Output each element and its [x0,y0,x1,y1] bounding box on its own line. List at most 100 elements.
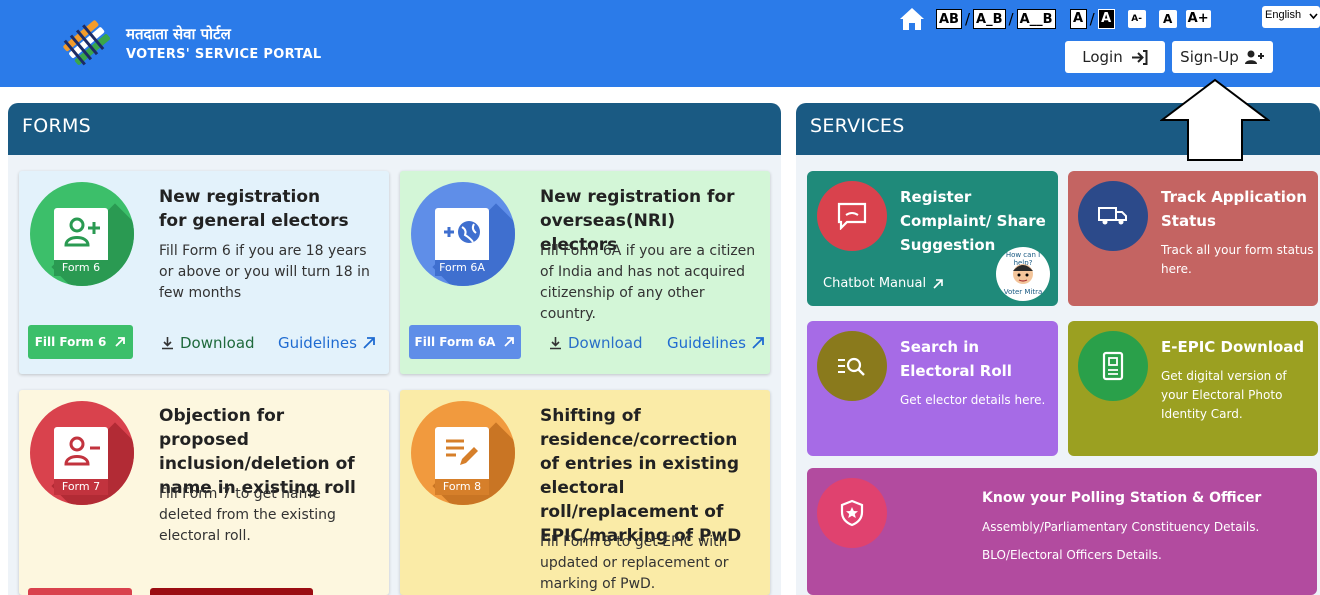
signup-button[interactable]: Sign-Up [1172,41,1273,73]
form8-card: Form 8 Shifting of residence/correction … [400,390,770,595]
voter-mitra-face-icon [1013,264,1033,284]
form6a-card: Form 6A New registration for overseas(NR… [400,171,770,374]
chatbot-manual-link[interactable]: Chatbot Manual [823,276,944,291]
polling-title: Know your Polling Station & Officer [982,490,1262,506]
form7-card: Form 7 Objection for proposed inclusion/… [19,390,389,595]
form6a-description: Fill Form 6A if you are a citizen of Ind… [540,243,756,322]
form6a-download-link[interactable]: Download [549,334,643,352]
fill-form7-button[interactable] [28,588,132,595]
form7-description: Fill Form 7 to get name deleted from the… [159,486,336,544]
form7-secondary-button[interactable] [150,588,313,595]
form6a-badge-label: Form 6A [435,260,489,276]
form8-badge-label: Form 8 [435,479,489,495]
register-complaint-card[interactable]: Register Complaint/ Share Suggestion Cha… [807,171,1058,306]
accessibility-toolbar: AB / A_B / A__B A / A A- A A+ [898,6,1211,32]
separator: / [964,10,971,28]
polling-station-card[interactable]: Know your Polling Station & Officer Asse… [807,468,1317,595]
form6a-badge-circle: Form 6A [411,182,515,286]
separator: / [1008,10,1014,28]
fill-form6-button[interactable]: Fill Form 6 [28,325,133,359]
user-plus-icon [1244,50,1264,64]
search-title: Search in Electoral Roll [900,338,1012,380]
shield-star-icon [840,499,864,527]
font-decrease-button[interactable]: A- [1127,10,1146,28]
light-theme-button[interactable]: A [1069,9,1087,29]
fill-form6a-button[interactable]: Fill Form 6A [409,325,521,359]
epic-circle [1078,331,1148,401]
epic-description: Get digital version of your Electoral Ph… [1161,369,1287,421]
download-label: Download [568,334,643,352]
form8-badge-circle: Form 8 [411,401,515,505]
external-arrow-icon [504,337,515,347]
form6-card: Form 6 New registration for general elec… [19,171,389,374]
polling-circle [817,478,887,548]
external-arrow-icon [752,337,764,349]
search-circle [817,331,887,401]
id-card-icon [1102,351,1124,381]
external-arrow-icon [363,337,375,349]
search-electoral-roll-card[interactable]: Search in Electoral Roll Get elector det… [807,321,1058,456]
login-button[interactable]: Login [1065,41,1165,73]
form8-doc-icon: Form 8 [435,427,489,495]
form6-doc-icon: Form 6 [54,208,108,276]
user-plus-icon [64,217,100,247]
fill-form6a-label: Fill Form 6A [414,335,496,349]
login-label: Login [1082,48,1123,66]
contrast-normal-button[interactable]: AB [936,9,962,29]
download-icon [550,337,561,350]
truck-icon [1098,207,1127,225]
contrast-spacing-2-button[interactable]: A__B [1016,9,1056,29]
track-application-card[interactable]: Track Application Status Track all your … [1068,171,1318,306]
eci-logo-icon[interactable] [58,14,116,72]
form8-description: Fill Form 8 to get EPIC with updated or … [540,534,729,592]
fill-form6-label: Fill Form 6 [34,335,107,349]
track-description: Track all your form status here. [1161,243,1314,276]
globe-plus-icon [444,221,480,243]
form6a-doc-icon: Form 6A [435,208,489,276]
voter-mitra-bottom-text: Voter Mitra [1003,288,1043,296]
chevron-down-icon [1309,13,1318,20]
form8-title: Shifting of residence/correction of entr… [540,406,742,546]
complaint-title: Register Complaint/ Share Suggestion [900,188,1046,254]
language-select[interactable]: English [1262,6,1320,28]
form6-badge-label: Form 6 [54,260,108,276]
download-icon [162,337,173,350]
form6-description: Fill Form 6 if you are 18 years or above… [159,243,370,301]
message-icon [837,202,867,230]
external-arrow-icon [115,337,126,347]
home-icon[interactable] [898,6,926,32]
track-circle [1078,181,1148,251]
form6a-guidelines-link[interactable]: Guidelines [667,334,765,352]
guidelines-label: Guidelines [278,334,357,352]
form7-badge-circle: Form 7 [30,401,134,505]
download-label: Download [180,334,255,352]
polling-line1: Assembly/Parliamentary Constituency Deta… [982,520,1260,534]
top-header: मतदाता सेवा पोर्टल VOTERS' SERVICE PORTA… [0,0,1320,87]
form6-guidelines-link[interactable]: Guidelines [278,334,376,352]
e-epic-download-card[interactable]: E-EPIC Download Get digital version of y… [1068,321,1318,456]
complaint-circle [817,181,887,251]
font-normal-button[interactable]: A [1158,10,1177,28]
form6-download-link[interactable]: Download [161,334,255,352]
search-description: Get elector details here. [900,393,1046,407]
chatbot-manual-label: Chatbot Manual [823,276,927,291]
search-list-icon [838,357,865,376]
external-arrow-icon [933,278,943,289]
form7-doc-icon: Form 7 [54,427,108,495]
dark-theme-button[interactable]: A [1097,9,1115,29]
up-arrow-icon [1160,78,1270,161]
contrast-spacing-1-button[interactable]: A_B [973,9,1006,29]
signup-label: Sign-Up [1180,48,1239,66]
form6-badge-circle: Form 6 [30,182,134,286]
user-minus-icon [64,436,100,466]
forms-heading: FORMS [8,103,781,155]
language-value: English [1265,9,1302,21]
sign-in-icon [1131,49,1148,65]
voter-mitra-chatbot-icon[interactable]: How can I help? Voter Mitra [996,247,1050,301]
track-title: Track Application Status [1161,188,1307,230]
epic-title: E-EPIC Download [1161,338,1305,356]
font-increase-button[interactable]: A+ [1185,10,1211,28]
form6-title: New registration for general electors [159,187,349,231]
form7-badge-label: Form 7 [54,479,108,495]
portal-title: VOTERS' SERVICE PORTAL [126,47,322,62]
